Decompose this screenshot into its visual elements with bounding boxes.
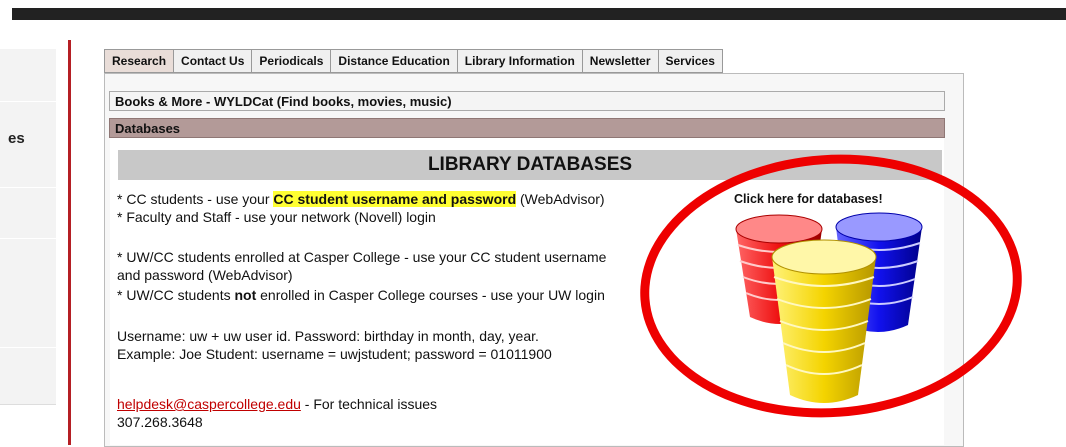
uwcc-enrolled-line: * UW/CC students enrolled at Casper Coll…	[117, 249, 607, 265]
yellow-cylinder	[771, 239, 877, 403]
emphasis: not	[234, 287, 257, 303]
tab-newsletter[interactable]: Newsletter	[581, 49, 658, 73]
text: enrolled in Casper College courses - use…	[256, 287, 605, 303]
sidebar-item[interactable]: es	[0, 101, 56, 188]
accordion-books-more[interactable]: Books & More - WYLDCat (Find books, movi…	[109, 91, 945, 111]
library-databases-heading: LIBRARY DATABASES	[118, 150, 942, 180]
tab-services[interactable]: Services	[657, 49, 723, 73]
sidebar-item[interactable]	[0, 238, 56, 348]
helpdesk-line: helpdesk@caspercollege.edu - For technic…	[117, 396, 437, 413]
text: - For technical issues	[300, 396, 438, 412]
accordion-databases[interactable]: Databases	[109, 118, 945, 138]
sidebar-item[interactable]	[0, 187, 56, 239]
cc-students-line: * CC students - use your CC student user…	[117, 191, 605, 208]
uwcc-enrolled-line-2: and password (WebAdvisor)	[117, 267, 293, 283]
top-header-bar	[0, 0, 1066, 21]
uwcc-not-enrolled-line: * UW/CC students not enrolled in Casper …	[117, 287, 605, 304]
phone-number: 307.268.3648	[117, 414, 203, 430]
database-cylinders-icon[interactable]	[724, 205, 944, 435]
tab-bar: Research Contact Us Periodicals Distance…	[104, 49, 723, 74]
text: * UW/CC students	[117, 287, 235, 303]
username-format-line: Username: uw + uw user id. Password: bir…	[117, 328, 539, 344]
left-sidebar: es	[0, 38, 56, 445]
tab-contact-us[interactable]: Contact Us	[173, 49, 252, 73]
text: (WebAdvisor)	[516, 191, 605, 207]
tab-library-information[interactable]: Library Information	[456, 49, 582, 73]
databases-link-caption[interactable]: Click here for databases!	[734, 192, 883, 206]
sidebar-item-label: es	[8, 130, 25, 147]
helpdesk-email-link[interactable]: helpdesk@caspercollege.edu	[117, 396, 301, 412]
tab-research[interactable]: Research	[104, 49, 174, 73]
sidebar-item[interactable]	[0, 48, 56, 102]
text: * CC students - use your	[117, 191, 274, 207]
sidebar-item[interactable]	[0, 347, 56, 405]
faculty-line: * Faculty and Staff - use your network (…	[117, 209, 436, 225]
sidebar-divider	[68, 40, 71, 445]
example-line: Example: Joe Student: username = uwjstud…	[117, 346, 552, 362]
highlighted-credentials: CC student username and password	[273, 191, 517, 207]
tab-periodicals[interactable]: Periodicals	[251, 49, 331, 73]
tab-distance-education[interactable]: Distance Education	[330, 49, 457, 73]
